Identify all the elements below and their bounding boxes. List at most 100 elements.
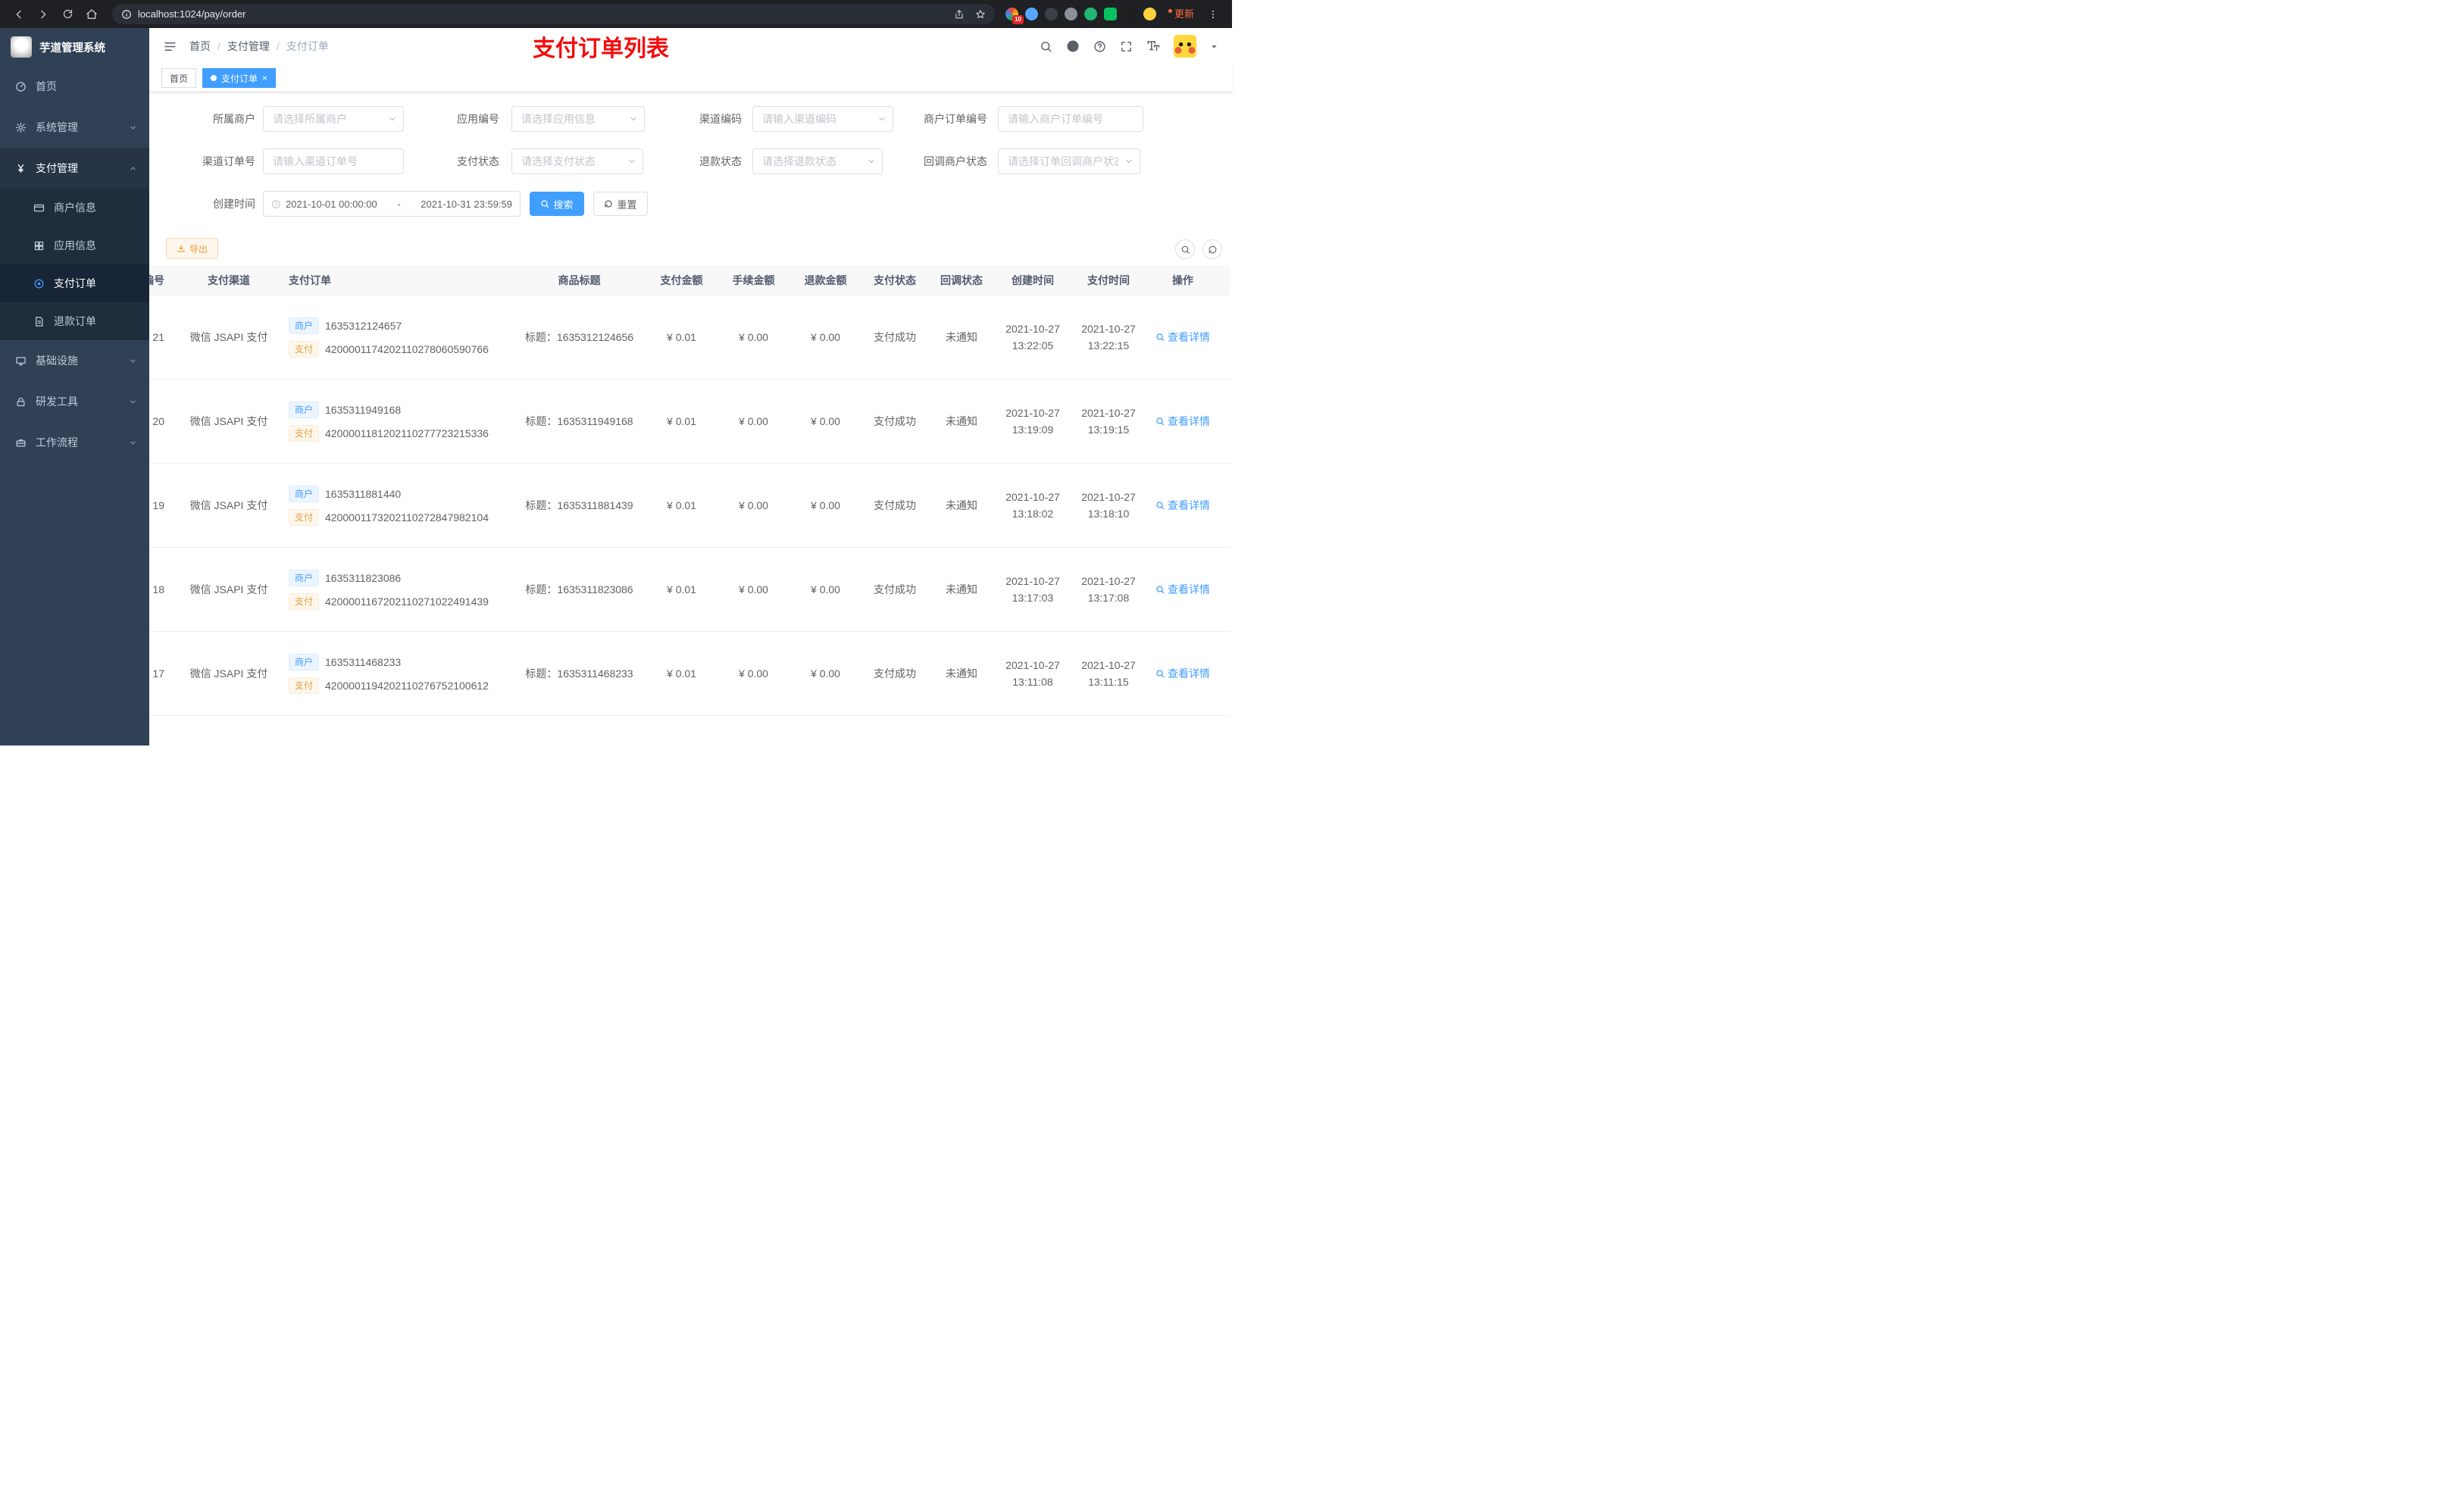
toggle-search-button[interactable] [1175,239,1195,259]
order-id: 19 [152,499,164,511]
extension-dark-icon[interactable] [1044,8,1058,20]
sidebar-item-home[interactable]: 首页 [0,66,149,107]
order-id: 20 [152,415,164,427]
chevron-down-icon [130,359,136,362]
extension-pin-icon[interactable] [1123,8,1137,20]
tab-pay-order[interactable]: 支付订单 × [202,68,277,88]
sidebar-item-merchant-info[interactable]: 商户信息 [0,189,149,227]
tags-view-bar: 首页 支付订单 × [149,64,1232,92]
pay-amount: ¥ 0.01 [667,499,696,511]
pay-order-cell: 商户 1635311468233 支付 4200001194202110276752… [286,653,513,694]
pay-tag: 支付 [289,592,320,610]
bookmark-star-icon[interactable] [975,9,986,20]
search-icon [541,200,549,208]
forward-icon[interactable] [33,5,53,24]
view-detail-link[interactable]: 查看详情 [1146,666,1219,681]
extension-drop-icon[interactable] [1024,8,1038,20]
sidebar-item-devtools[interactable]: 研发工具 [0,381,149,422]
hamburger-icon[interactable] [163,39,177,54]
fee-amount: ¥ 0.00 [739,415,768,427]
refresh-table-button[interactable] [1202,239,1222,259]
paid-time: 2021-10-27 13:11:15 [1081,659,1136,688]
view-detail-link[interactable]: 查看详情 [1146,498,1219,513]
pay-status-select[interactable] [511,148,643,174]
pay-tag: 支付 [289,340,320,358]
back-icon[interactable] [9,5,29,24]
font-size-icon[interactable] [1146,39,1160,53]
browser-update-button[interactable]: 更新 [1168,8,1194,21]
filter-channel-code: 渠道编码 [636,106,893,132]
search-icon [1156,586,1165,594]
pay-order-no: 4200001174202110278060590766 [325,342,489,355]
chevron-down-icon [130,400,136,403]
breadcrumb-section[interactable]: 支付管理 [227,39,270,54]
avatar-caret-icon[interactable] [1210,42,1218,51]
fee-amount: ¥ 0.00 [739,331,768,343]
product-title: 标题：1635311468233 [525,667,633,680]
search-icon[interactable] [1040,40,1052,53]
pay-tag: 支付 [289,677,320,694]
reset-button[interactable]: 重置 [593,192,648,216]
refund-status-select[interactable] [752,148,883,174]
sidebar-item-app-info[interactable]: 应用信息 [0,227,149,264]
filter-app: 应用编号 [393,106,645,132]
extension-badge: 10 [1012,15,1024,24]
url-bar[interactable]: localhost:1024/pay/order [112,4,995,24]
sidebar-item-infra[interactable]: 基础设施 [0,340,149,381]
export-button[interactable]: 导出 [166,238,219,259]
app-select[interactable] [511,106,645,132]
view-detail-link[interactable]: 查看详情 [1146,330,1219,345]
product-title: 标题：1635311823086 [525,583,633,595]
merchant-select[interactable] [263,106,404,132]
view-detail-link[interactable]: 查看详情 [1146,414,1219,429]
credit-card-icon [33,204,45,211]
sidebar-item-workflow[interactable]: 工作流程 [0,422,149,463]
date-range-input[interactable]: 2021-10-01 00:00:00 - 2021-10-31 23:59:5… [263,191,521,217]
extension-emoji-icon[interactable] [1143,8,1156,20]
view-detail-link[interactable]: 查看详情 [1146,582,1219,597]
search-button[interactable]: 搜索 [530,192,584,216]
sidebar-item-payment[interactable]: 支付管理 [0,148,149,189]
breadcrumb-home[interactable]: 首页 [189,39,211,54]
sidebar-item-system[interactable]: 系统管理 [0,107,149,148]
paid-time: 2021-10-27 13:18:10 [1081,491,1136,520]
active-tab-dot [211,75,217,81]
created-time: 2021-10-27 13:11:08 [1005,659,1060,688]
tab-close-icon[interactable]: × [262,73,267,83]
merchant-order-no-input[interactable] [998,106,1143,132]
github-icon[interactable] [1066,39,1080,53]
notify-status-select[interactable] [998,148,1140,174]
help-icon[interactable] [1093,40,1106,53]
table-header-row: 编号 支付渠道 支付订单 商品标题 支付金额 手续金额 退款金额 支付状态 回调… [149,265,1230,295]
date-start: 2021-10-01 00:00:00 [286,198,377,210]
reload-icon[interactable] [58,5,77,24]
search-icon [1181,245,1190,254]
pay-status: 支付成功 [874,331,916,343]
date-end: 2021-10-31 23:59:59 [421,198,512,210]
orders-table: 编号 支付渠道 支付订单 商品标题 支付金额 手续金额 退款金额 支付状态 回调… [149,265,1230,746]
share-icon[interactable] [954,9,965,20]
sidebar-item-pay-order[interactable]: 支付订单 [0,264,149,302]
created-time: 2021-10-27 13:22:05 [1005,323,1060,352]
sidebar-item-refund-order[interactable]: 退款订单 [0,302,149,340]
extension-gray-icon[interactable] [1064,8,1077,20]
extension-wechat-icon[interactable] [1103,8,1117,20]
order-id: 18 [152,583,164,595]
refund-amount: ¥ 0.00 [811,331,840,343]
pay-status: 支付成功 [874,667,916,680]
filter-channel-order-no: 渠道订单号 [149,148,404,174]
tab-home[interactable]: 首页 [161,68,197,88]
header-actions [1040,35,1218,58]
browser-menu-icon[interactable] [1203,5,1223,24]
channel-order-no-input[interactable] [263,148,404,174]
fullscreen-icon[interactable] [1120,40,1133,53]
site-info-icon[interactable] [121,9,132,20]
home-icon[interactable] [82,5,102,24]
extension-colorful-icon[interactable]: 10 [1005,8,1024,24]
url-text[interactable]: localhost:1024/pay/order [138,8,245,20]
filter-notify-status: 回调商户状态 [866,148,1140,174]
table-row: 17 微信 JSAPI 支付 商户 1635311468233 支付 4200001… [149,632,1230,716]
paid-time: 2021-10-27 13:22:15 [1081,323,1136,352]
user-avatar[interactable] [1174,35,1196,58]
extension-green-circle-icon[interactable] [1083,8,1097,20]
